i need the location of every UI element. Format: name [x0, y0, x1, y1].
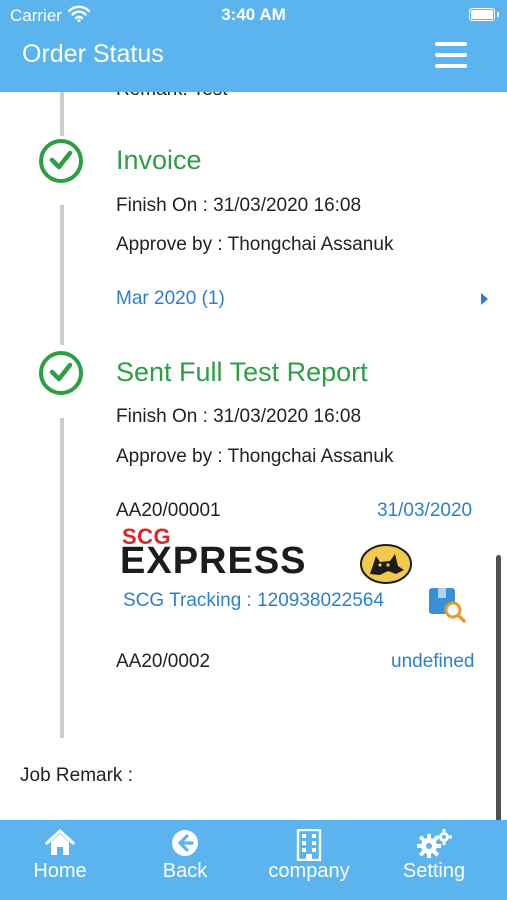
- invoice-month-link[interactable]: Mar 2020 (1): [116, 288, 225, 310]
- timeline-connector: [60, 205, 64, 345]
- scg-tracking-link[interactable]: SCG Tracking : 120938022564: [123, 590, 384, 612]
- step-title-sent-full-test-report: Sent Full Test Report: [116, 357, 368, 387]
- timeline-connector: [60, 418, 64, 738]
- finish-on-text: Finish On : 31/03/2020 16:08: [116, 406, 362, 427]
- approve-by-text: Approve by : Thongchai Assanuk: [116, 234, 394, 255]
- home-icon: [45, 829, 75, 862]
- approve-by-text: Approve by : Thongchai Assanuk: [116, 446, 394, 467]
- tab-home[interactable]: Home: [10, 820, 110, 900]
- timeline-content[interactable]: Remark: Test Invoice Finish On : 31/03/2…: [0, 92, 507, 820]
- timeline-connector: [60, 92, 64, 136]
- finish-on-text: Finish On : 31/03/2020 16:08: [116, 195, 362, 216]
- black-cat-icon: [360, 544, 412, 584]
- gears-icon: [416, 829, 452, 864]
- clock: 3:40 AM: [221, 5, 286, 24]
- nav-bar: Order Status: [0, 30, 507, 92]
- shipment-date: 31/03/2020: [377, 500, 473, 521]
- tab-label: Setting: [402, 860, 466, 882]
- status-bar: Carrier 3:40 AM: [0, 0, 507, 30]
- hamburger-menu-icon[interactable]: [435, 42, 467, 68]
- track-package-icon[interactable]: [428, 585, 466, 628]
- shipment-doc-number: AA20/0002: [116, 651, 211, 672]
- check-circle-icon: [39, 139, 83, 183]
- shipment-doc-number: AA20/00001: [116, 500, 221, 521]
- check-circle-icon: [39, 351, 83, 395]
- shipment-date: undefined: [391, 651, 475, 672]
- previous-step-remark: Remark: Test: [116, 92, 228, 101]
- scg-express-logo: SCG EXPRESS: [120, 524, 415, 584]
- step-title-invoice: Invoice: [116, 145, 202, 175]
- page-title: Order Status: [22, 40, 164, 68]
- tab-label: company: [268, 860, 350, 882]
- tab-label: Back: [162, 860, 208, 882]
- back-arrow-icon: [171, 829, 199, 862]
- job-remark-label: Job Remark :: [20, 765, 133, 786]
- battery-icon: [469, 8, 499, 21]
- tab-label: Home: [33, 860, 87, 882]
- tab-setting[interactable]: Setting: [384, 820, 484, 900]
- expand-arrow-icon[interactable]: [481, 293, 488, 305]
